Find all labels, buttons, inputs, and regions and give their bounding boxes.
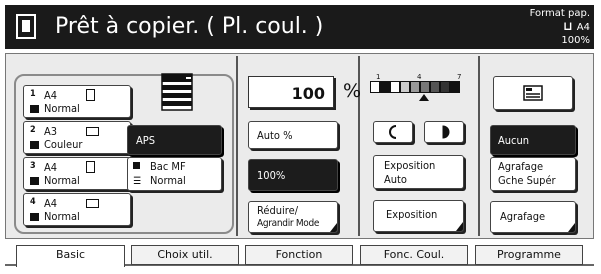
reduce-enlarge-button[interactable]: Réduire/ Agrandir Mode: [248, 201, 338, 233]
bypass-tray-icon: [133, 162, 140, 169]
cassette-media-type: Normal: [44, 174, 80, 187]
cassette-index: 3: [30, 161, 36, 171]
bypass-media-type: Normal: [150, 174, 186, 187]
cassette-paper-size: A4: [44, 161, 58, 174]
density-lighter-button[interactable]: [373, 121, 413, 143]
aps-label: APS: [136, 134, 156, 147]
zoom-100-button[interactable]: 100%: [248, 159, 338, 191]
reduce-enlarge-mode-label: Agrandir Mode: [257, 218, 320, 229]
document-layout-icon: [523, 85, 543, 101]
zoom-100-label: 100%: [257, 169, 286, 182]
zoom-unit: %: [343, 80, 362, 102]
bypass-stack-icon: ☰: [133, 176, 142, 187]
status-header: Prêt à copier. ( Pl. coul. ) Format pap.…: [5, 5, 594, 49]
darker-icon: [442, 125, 450, 139]
cassette-1-button[interactable]: 1 A4 Normal: [23, 85, 131, 118]
auto-exposure-button[interactable]: Exposition Auto: [373, 155, 464, 189]
cassette-media-type: Couleur: [44, 138, 83, 151]
auto-zoom-button[interactable]: Auto %: [248, 121, 338, 149]
zoom-indicator: 100%: [561, 35, 590, 46]
cassette-4-button[interactable]: 4 A4 Normal: [23, 193, 131, 226]
staple-options-label: Agrafage: [500, 210, 546, 223]
tab-label: Basic: [55, 248, 86, 261]
paper-format-info: Format pap. ⊔ A4 100%: [494, 7, 590, 47]
exposure-label: Exposition: [386, 208, 438, 221]
auto-exposure-sub-label: Auto: [384, 173, 407, 186]
density-darker-button[interactable]: [424, 121, 464, 143]
printer-icon: [161, 73, 193, 111]
density-marker-icon: [419, 94, 429, 101]
tab-user-choice[interactable]: Choix util.: [131, 245, 239, 265]
portrait-orientation-icon: [86, 89, 95, 101]
cassette-2-button[interactable]: 2 A3 Couleur: [23, 121, 131, 154]
no-staple-label: Aucun: [498, 134, 530, 147]
tab-label: Programme: [497, 248, 561, 261]
original-type-button[interactable]: [493, 76, 573, 110]
tab-label: Fonction: [275, 248, 323, 261]
tab-program[interactable]: Programme: [475, 245, 583, 265]
cassette-paper-size: A4: [44, 197, 58, 210]
more-options-icon: [456, 222, 463, 231]
cassette-media-type: Normal: [44, 102, 80, 115]
tab-label: Choix util.: [157, 248, 213, 261]
lighter-icon: [389, 125, 397, 139]
cassette-paper-size: A3: [44, 125, 58, 138]
auto-zoom-label: Auto %: [257, 129, 293, 142]
cassette-index: 1: [30, 89, 36, 99]
landscape-orientation-icon: [86, 127, 99, 136]
paper-tray-icon: [30, 105, 39, 113]
portrait-orientation-icon: [86, 161, 95, 173]
cassette-index: 2: [30, 125, 36, 135]
tab-function[interactable]: Fonction: [245, 245, 353, 265]
paper-tray-icon: [30, 141, 39, 149]
density-tick-label: 1: [376, 73, 381, 81]
exposure-button[interactable]: Exposition: [373, 200, 464, 232]
no-staple-button[interactable]: Aucun: [490, 125, 576, 155]
bypass-label: Bac MF: [150, 160, 186, 173]
bypass-tray-button[interactable]: ☰ Bac MF Normal: [127, 157, 222, 191]
staple-label: Agrafage: [498, 160, 544, 173]
auto-exposure-label: Exposition: [384, 159, 436, 172]
status-title: Prêt à copier. ( Pl. coul. ): [55, 14, 324, 39]
zoom-value-display: 100: [248, 76, 334, 108]
paper-tray-icon: [30, 213, 39, 221]
cassette-index: 4: [30, 197, 36, 207]
staple-position-label: Gche Supér: [498, 174, 556, 187]
density-tick-label: 7: [457, 73, 462, 81]
paper-format-size: A4: [576, 22, 590, 33]
staple-button[interactable]: Agrafage: [490, 201, 576, 233]
density-bar: [370, 81, 460, 93]
section-divider: [478, 56, 480, 236]
paper-format-label: Format pap.: [529, 8, 590, 19]
paper-tray-icon: [30, 177, 39, 185]
cassette-media-type: Normal: [44, 210, 80, 223]
density-scale: 1 4 7: [370, 73, 468, 105]
cassette-3-button[interactable]: 3 A4 Normal: [23, 157, 131, 190]
tab-basic[interactable]: Basic: [16, 245, 125, 267]
reduce-enlarge-label: Réduire/: [257, 204, 299, 217]
staple-top-left-button[interactable]: Agrafage Gche Supér: [490, 157, 576, 191]
landscape-orientation-icon: [86, 199, 99, 208]
aps-button[interactable]: APS: [127, 125, 222, 155]
zoom-value: 100: [291, 84, 325, 103]
section-divider: [236, 56, 238, 236]
density-tick-label: 4: [417, 73, 422, 81]
tab-color-function[interactable]: Fonc. Coul.: [360, 245, 468, 265]
more-options-icon: [330, 223, 337, 232]
cassette-paper-size: A4: [44, 89, 58, 102]
tab-label: Fonc. Coul.: [383, 248, 445, 261]
copy-document-icon: [16, 14, 36, 39]
paper-tray-icon: ⊔: [563, 19, 573, 33]
more-options-icon: [568, 223, 575, 232]
